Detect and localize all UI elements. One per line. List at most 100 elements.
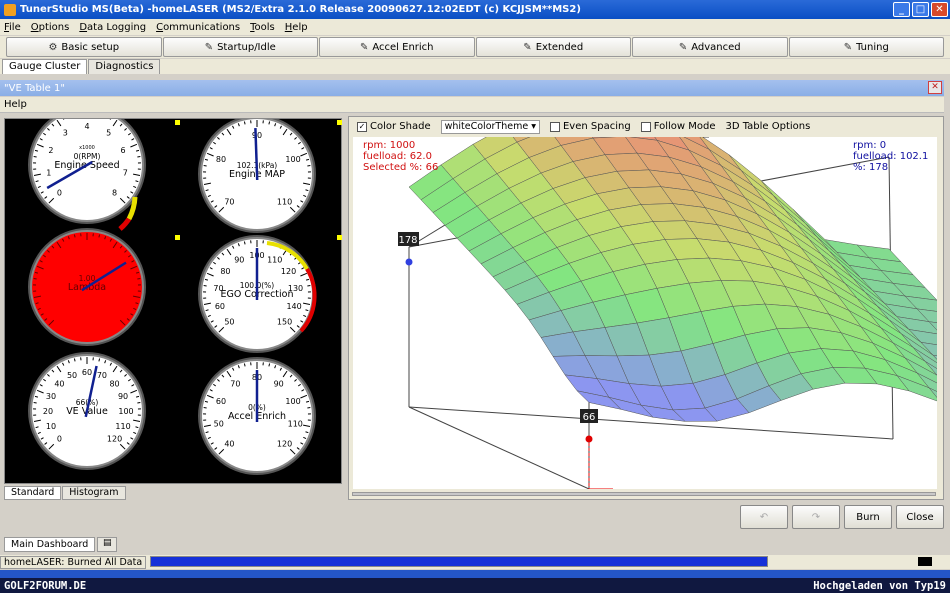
app-icon	[4, 3, 16, 16]
gauge-tick-label: 80	[216, 155, 226, 164]
tuning-button[interactable]: ✎ Tuning	[788, 37, 944, 57]
gauge-tick-label: 8	[112, 189, 117, 198]
gauge-tick-label: 40	[54, 379, 64, 388]
tab-gauge-cluster[interactable]: Gauge Cluster	[2, 59, 88, 74]
ve-table-3d-view[interactable]: 178 66 rpm: 1000 fuelload: 62.0 Selected %: …	[353, 137, 937, 489]
watermark-bar: GOLF2FORUM.DE Hochgeladen von Typ19	[0, 578, 950, 593]
close-button[interactable]: ✕	[931, 2, 948, 17]
startup-idle-button[interactable]: ✎ Startup/Idle	[162, 37, 318, 57]
gauge-tick-label: 0	[57, 435, 62, 444]
redo-icon: ↷	[811, 511, 821, 523]
extended-icon: ✎	[523, 41, 532, 53]
ve-table-window-title: "VE Table 1" ✕	[0, 80, 944, 96]
gauge-tick-label: 110	[288, 420, 303, 429]
gauge-tick-label: 30	[46, 392, 56, 401]
resize-handle	[337, 120, 342, 125]
gauge-tick-label: 90	[274, 380, 284, 389]
marker-bottom-point	[585, 435, 593, 443]
resize-handle	[175, 235, 180, 240]
gauges-svg: 012345678x10000(RPM)Engine Speed70809010…	[28, 119, 342, 475]
theme-select[interactable]: whiteColorTheme ▾	[440, 119, 540, 134]
menu-file[interactable]: File	[4, 22, 21, 33]
maximize-button[interactable]: □	[912, 2, 929, 17]
gauge-tick-label: 50	[224, 318, 234, 327]
surface-box-edge	[408, 406, 590, 489]
gauge-tick	[73, 358, 76, 362]
gauge-tick-label: 90	[118, 392, 128, 401]
menu-communications[interactable]: Communications	[156, 22, 240, 33]
gauge-tick-label: 50	[67, 371, 77, 380]
gauge-tick-label: 10	[46, 422, 56, 431]
inner-menu-help[interactable]: Help	[4, 99, 27, 110]
follow-mode-checkbox[interactable]: Follow Mode	[640, 121, 715, 132]
os-taskbar	[0, 570, 950, 578]
readout-left-line: Selected %: 66	[363, 162, 438, 173]
gauge-tick-label: 110	[267, 255, 282, 264]
gauge-tick-label: 20	[43, 407, 53, 416]
engine-map-gauge: 708090100110102.1(kPa)Engine MAP	[198, 119, 316, 233]
accel-enrich-button[interactable]: ✎ Accel Enrich	[319, 37, 475, 57]
minimize-button[interactable]: _	[893, 2, 910, 17]
tab-standard[interactable]: Standard	[4, 486, 62, 500]
gauge-tick-label: 60	[82, 368, 92, 377]
color-shade-checkbox[interactable]: ✓ Color Shade	[357, 121, 431, 132]
gauge-tick-label: 100	[285, 155, 300, 164]
advanced-button[interactable]: ✎ Advanced	[632, 37, 788, 57]
tab-diagnostics[interactable]: Diagnostics	[88, 59, 161, 74]
gauge-tick	[243, 121, 246, 125]
gauge-tick-label: 90	[234, 255, 244, 264]
burn-button[interactable]: Burn	[844, 505, 892, 529]
checkbox-checked-icon: ✓	[357, 121, 367, 132]
inner-menu-bar: Help	[0, 97, 944, 113]
gauge-tick-label: 1	[46, 169, 51, 178]
even-spacing-checkbox[interactable]: Even Spacing	[549, 121, 631, 132]
gauge-tick-label: 60	[216, 397, 226, 406]
table-3d-panel: ✓ Color Shade whiteColorTheme ▾ Even Spac…	[348, 116, 944, 500]
gauge-tick-label: 6	[120, 146, 125, 155]
progress-fill	[151, 557, 767, 566]
close-window-button[interactable]: Close	[896, 505, 944, 529]
gauge-tick-label: 60	[215, 302, 225, 311]
status-bar: homeLASER: Burned All Data	[0, 555, 950, 569]
engine-speed-gauge: 012345678x10000(RPM)Engine Speed	[28, 119, 146, 224]
gauge-tick	[268, 121, 271, 125]
gauge-tick-label: 7	[123, 169, 128, 178]
gauge-tick-label: 110	[115, 422, 130, 431]
resize-handle	[175, 120, 180, 125]
menu-data-logging[interactable]: Data Logging	[79, 22, 146, 33]
gauge-tick-label: 120	[281, 267, 296, 276]
tab-main-dashboard[interactable]: Main Dashboard	[4, 537, 96, 552]
gauge-tick	[73, 234, 76, 238]
dashboard-tabs: Main Dashboard ▤	[4, 537, 118, 552]
new-dashboard-icon[interactable]: ▤	[97, 537, 118, 552]
toolbar: ⚙ Basic setup ✎ Startup/Idle ✎ Accel Enrich…	[0, 36, 950, 58]
ve-value-gauge: 01020304050 60 70809010011012066(%)VE Valu…	[28, 352, 146, 470]
gauge-tick-label: 120	[277, 440, 292, 449]
gauge-tick-label: 150	[277, 318, 292, 327]
rotation-slider[interactable]	[352, 492, 936, 496]
extended-button[interactable]: ✎ Extended	[475, 37, 631, 57]
menu-tools[interactable]: Tools	[250, 22, 275, 33]
redo-button[interactable]: ↷	[792, 505, 840, 529]
basic-setup-button[interactable]: ⚙ Basic setup	[6, 37, 162, 57]
gauge-tick-label: 120	[107, 435, 122, 444]
ego-correction-gauge: 5060708090100110120130140150100.0(%)EGO …	[198, 235, 316, 353]
menu-options[interactable]: Options	[31, 22, 70, 33]
3d-table-options-button[interactable]: 3D Table Options	[725, 121, 810, 132]
advanced-icon: ✎	[678, 41, 688, 53]
inner-close-button[interactable]: ✕	[928, 81, 942, 94]
basic-setup-icon: ⚙	[48, 41, 58, 53]
rpm-red-band	[118, 217, 132, 231]
menu-help[interactable]: Help	[285, 22, 308, 33]
gauge-tick	[243, 363, 246, 367]
startup-idle-icon: ✎	[204, 41, 214, 53]
tab-histogram[interactable]: Histogram	[62, 486, 126, 500]
gauge-panel: 0 1 2 3 4 5 6 7 8 x1000 0(RPM) Engine Speed 70 80 90 10…	[4, 118, 342, 484]
gauge-scale: x1000	[79, 145, 95, 151]
undo-icon: ↶	[759, 511, 769, 523]
menu-bar: File Options Data Logging Communications…	[0, 19, 950, 35]
undo-button[interactable]: ↶	[740, 505, 788, 529]
gauge-tick-label: 100	[285, 397, 300, 406]
accel-enrich-gauge: 4050607080901001101200(%)Accel Enrich	[198, 357, 316, 475]
gauge-tick-label: 4	[84, 122, 89, 131]
